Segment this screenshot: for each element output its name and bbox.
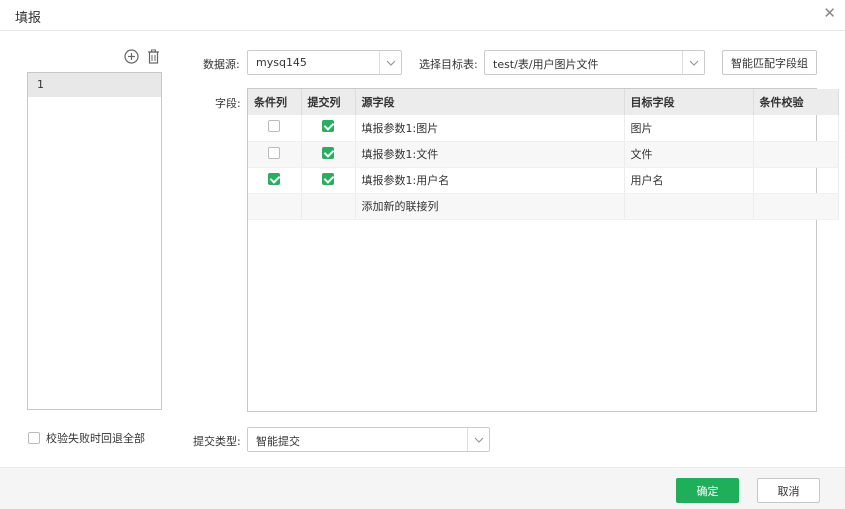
condition-check-cell[interactable] [753, 167, 839, 194]
trash-icon[interactable] [147, 49, 160, 64]
source-field-cell[interactable]: 填报参数1:文件 [355, 141, 625, 168]
datasource-label: 数据源: [203, 58, 240, 71]
list-item[interactable]: 1 [28, 73, 161, 97]
chevron-down-icon[interactable] [467, 428, 489, 451]
submit-type-select[interactable]: 智能提交 [247, 427, 490, 452]
submit-checkbox[interactable] [322, 146, 334, 159]
header-target-field: 目标字段 [624, 89, 754, 115]
fields-label: 字段: [215, 97, 241, 110]
rollback-option[interactable]: 校验失败时回退全部 [28, 430, 145, 446]
table-row: 填报参数1:图片 图片 X [248, 115, 845, 142]
fill-list: 1 [27, 72, 162, 410]
add-join-row: 添加新的联接列 [248, 193, 839, 220]
datasource-select[interactable]: mysq145 [247, 50, 402, 75]
chevron-down-icon[interactable] [379, 51, 401, 74]
condition-checkbox[interactable] [268, 120, 281, 133]
dialog-titlebar: 填报 ✕ [0, 0, 845, 31]
left-toolbar [124, 49, 160, 64]
target-field-cell[interactable]: 文件 [624, 141, 754, 168]
dialog-title: 填报 [15, 11, 42, 26]
target-table-value: test/表/用户图片文件 [493, 58, 599, 71]
target-field-cell[interactable]: 图片 [624, 115, 754, 142]
target-field-cell[interactable]: 用户名 [624, 167, 754, 194]
header-condition-column: 条件列 [248, 89, 302, 115]
header-source-field: 源字段 [355, 89, 625, 115]
table-row: 填报参数1:文件 文件 X [248, 141, 845, 168]
smart-match-button[interactable]: 智能匹配字段组 [722, 50, 817, 75]
condition-check-cell[interactable] [753, 141, 839, 168]
cancel-button[interactable]: 取消 [757, 478, 820, 503]
submit-checkbox[interactable] [322, 120, 334, 133]
condition-checkbox[interactable] [268, 146, 281, 159]
submit-type-value: 智能提交 [256, 435, 300, 448]
close-icon[interactable]: ✕ [823, 5, 836, 21]
chevron-down-icon[interactable] [682, 51, 704, 74]
source-field-cell[interactable]: 填报参数1:图片 [355, 115, 625, 142]
ok-button[interactable]: 确定 [676, 478, 739, 503]
target-table-select[interactable]: test/表/用户图片文件 [484, 50, 705, 75]
submit-type-label: 提交类型: [193, 435, 241, 448]
header-condition-check: 条件校验 [753, 89, 839, 115]
rollback-label: 校验失败时回退全部 [46, 432, 145, 445]
add-join-column-link[interactable]: 添加新的联接列 [355, 193, 625, 220]
table-row: 填报参数1:用户名 用户名 X [248, 167, 845, 194]
datasource-value: mysq145 [256, 56, 307, 69]
fields-table: 条件列 提交列 源字段 目标字段 条件校验 填报参数1:图片 图片 X 填报参数… [247, 88, 845, 412]
add-icon[interactable] [124, 49, 139, 64]
submit-checkbox[interactable] [322, 172, 334, 185]
condition-checkbox[interactable] [268, 172, 281, 185]
header-submit-column: 提交列 [301, 89, 356, 115]
condition-check-cell[interactable] [753, 115, 839, 142]
rollback-checkbox[interactable] [28, 432, 40, 444]
target-table-label: 选择目标表: [419, 58, 478, 71]
source-field-cell[interactable]: 填报参数1:用户名 [355, 167, 625, 194]
